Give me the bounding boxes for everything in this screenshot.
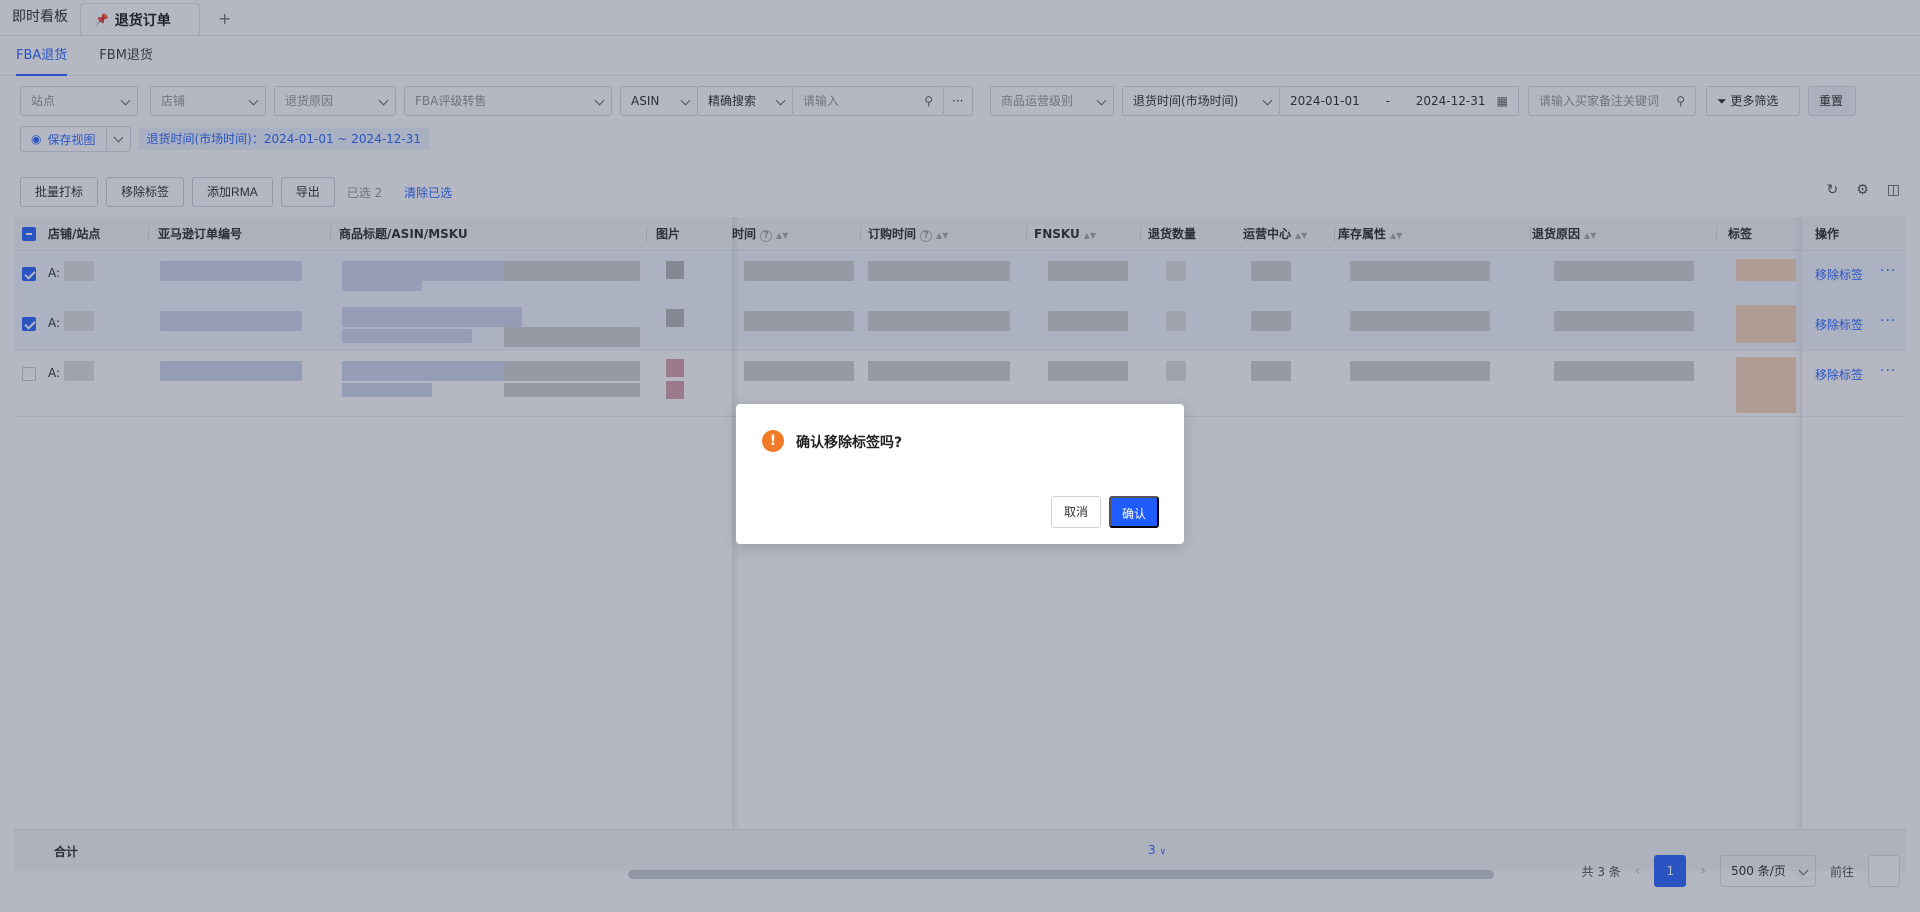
confirm-button[interactable]: 确认 — [1109, 496, 1159, 528]
confirm-dialog: ! 确认移除标签吗? 取消 确认 — [736, 404, 1184, 544]
warning-icon: ! — [762, 430, 784, 452]
cancel-button[interactable]: 取消 — [1051, 496, 1101, 528]
dialog-title: 确认移除标签吗? — [796, 435, 903, 451]
